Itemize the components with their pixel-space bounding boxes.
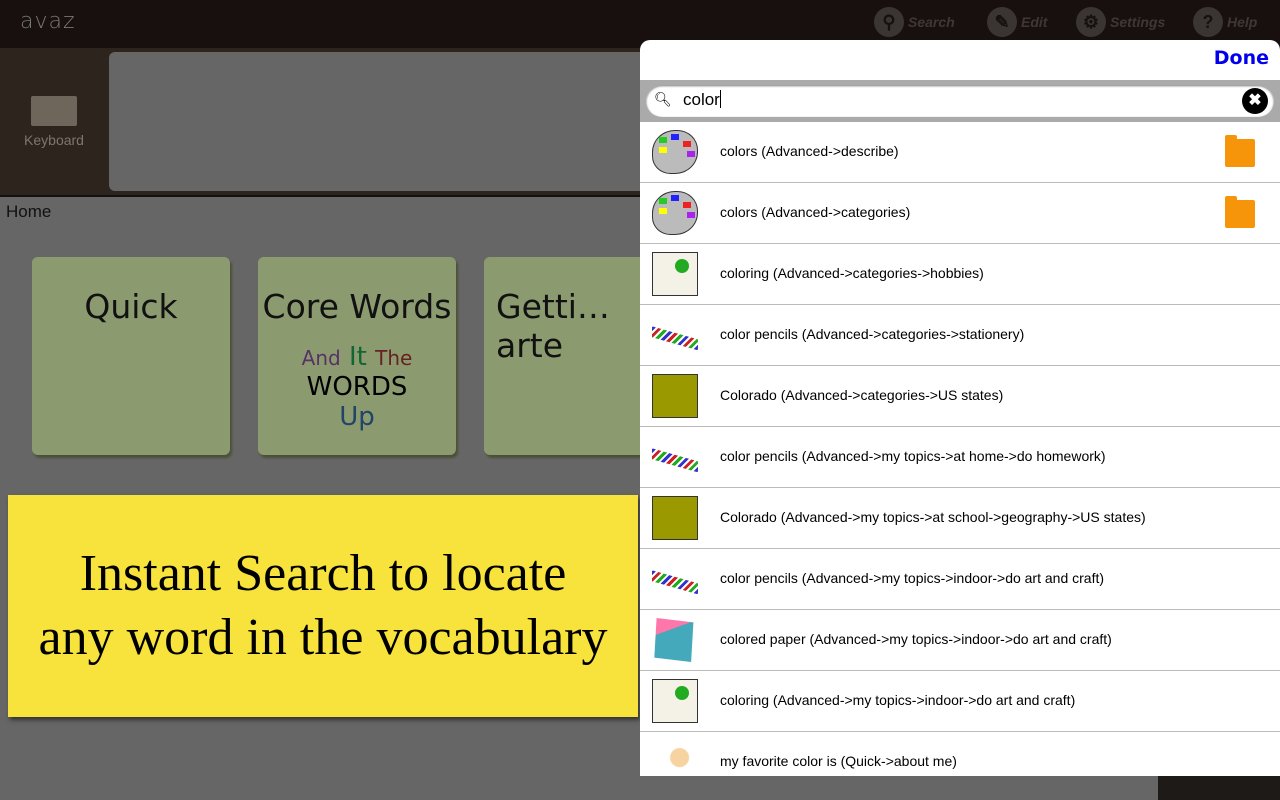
- boy-icon: [652, 740, 698, 776]
- corner-panel: [1158, 776, 1280, 800]
- core-words-art: And It The WORDS Up: [301, 342, 413, 432]
- colored-paper-icon: [654, 618, 694, 662]
- avaz-logo: avaz: [20, 9, 76, 34]
- coloring-book-icon: [652, 252, 698, 296]
- search-result-row[interactable]: coloring (Advanced->my topics->indoor->d…: [640, 671, 1280, 732]
- folder-icon[interactable]: [1225, 196, 1255, 228]
- settings-button[interactable]: ⚙ Settings: [1076, 7, 1165, 37]
- breadcrumb: Home: [6, 202, 52, 221]
- search-result-row[interactable]: Colorado (Advanced->categories->US state…: [640, 366, 1280, 427]
- search-bar: 🔍︎ color ✖: [640, 80, 1280, 122]
- done-button[interactable]: Done: [1214, 47, 1269, 69]
- keyboard-button[interactable]: Keyboard: [20, 48, 88, 148]
- promo-banner: Instant Search to locate any word in the …: [8, 495, 638, 717]
- search-panel: Done 🔍︎ color ✖ colors (Advanced->descri…: [640, 40, 1280, 776]
- search-result-row[interactable]: coloring (Advanced->categories->hobbies): [640, 244, 1280, 305]
- palette-icon: [652, 130, 698, 174]
- search-button[interactable]: ⚲ Search: [874, 7, 955, 37]
- search-result-row[interactable]: color pencils (Advanced->my topics->indo…: [640, 549, 1280, 610]
- search-result-row[interactable]: Colorado (Advanced->my topics->at school…: [640, 488, 1280, 549]
- gear-icon: ⚙: [1076, 7, 1106, 37]
- help-icon: ?: [1193, 7, 1223, 37]
- search-input[interactable]: 🔍︎ color ✖: [646, 85, 1274, 117]
- pencil-icon: ✎: [987, 7, 1017, 37]
- search-icon: ⚲: [874, 7, 904, 37]
- search-result-row[interactable]: color pencils (Advanced->my topics->at h…: [640, 427, 1280, 488]
- search-result-row[interactable]: color pencils (Advanced->categories->sta…: [640, 305, 1280, 366]
- folder-icon[interactable]: [1225, 135, 1255, 167]
- coloring-book-icon: [652, 679, 698, 723]
- pencils-icon: [652, 448, 698, 473]
- search-result-row[interactable]: colors (Advanced->categories): [640, 183, 1280, 244]
- search-result-row[interactable]: colors (Advanced->describe): [640, 122, 1280, 183]
- keyboard-icon: [31, 96, 77, 126]
- edit-button[interactable]: ✎ Edit: [987, 7, 1047, 37]
- palette-icon: [652, 191, 698, 235]
- search-result-row[interactable]: colored paper (Advanced->my topics->indo…: [640, 610, 1280, 671]
- tile-quick[interactable]: Quick: [32, 257, 230, 455]
- tile-core-words[interactable]: Core Words And It The WORDS Up: [258, 257, 456, 455]
- clear-search-button[interactable]: ✖: [1242, 88, 1268, 114]
- colorado-icon: [652, 496, 698, 540]
- pencils-icon: [652, 326, 698, 351]
- help-button[interactable]: ? Help: [1193, 7, 1257, 37]
- search-icon: 🔍︎: [654, 91, 672, 107]
- pencils-icon: [652, 570, 698, 595]
- search-results: colors (Advanced->describe) colors (Advan…: [640, 122, 1280, 776]
- colorado-icon: [652, 374, 698, 418]
- tile-getting-started[interactable]: Getti…arte: [484, 257, 654, 455]
- search-result-row[interactable]: my favorite color is (Quick->about me): [640, 732, 1280, 776]
